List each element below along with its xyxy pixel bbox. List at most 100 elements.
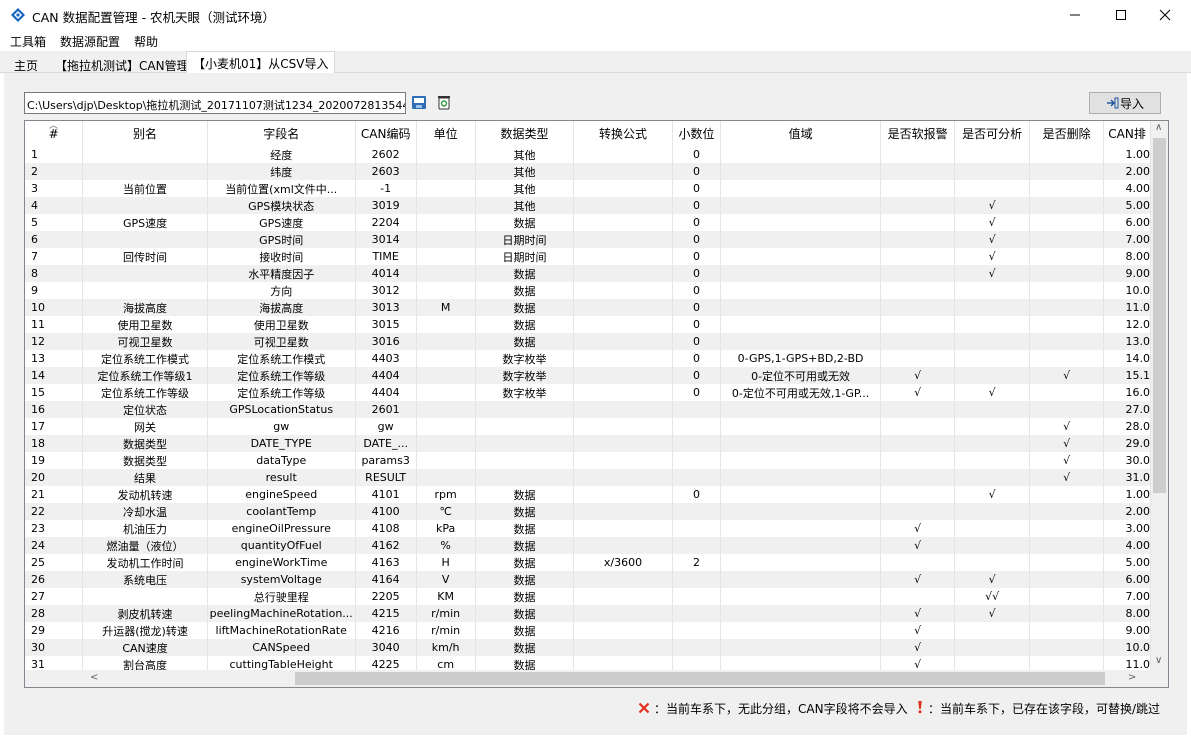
table-cell[interactable]: 机油压力 <box>82 520 208 537</box>
table-cell[interactable] <box>82 197 208 214</box>
table-cell[interactable]: 1.00 <box>1103 146 1151 163</box>
column-header[interactable]: 别名 <box>82 121 208 146</box>
table-cell[interactable]: 燃油量（液位） <box>82 537 208 554</box>
table-cell[interactable]: 23 <box>25 520 84 537</box>
table-cell[interactable]: 网关 <box>82 418 208 435</box>
table-cell[interactable]: 4.00 <box>1103 537 1151 554</box>
table-cell[interactable]: 11.0 <box>1103 656 1151 671</box>
table-cell[interactable]: 17 <box>25 418 84 435</box>
table-cell[interactable] <box>475 435 575 452</box>
table-cell[interactable] <box>416 316 476 333</box>
table-cell[interactable] <box>416 435 476 452</box>
table-cell[interactable]: 10.0 <box>1103 639 1151 656</box>
table-cell[interactable] <box>720 520 881 537</box>
table-cell[interactable]: 系统电压 <box>82 571 208 588</box>
table-cell[interactable]: 5.00 <box>1103 197 1151 214</box>
table-cell[interactable]: √ <box>1029 469 1105 486</box>
table-cell[interactable]: coolantTemp <box>207 503 356 520</box>
table-cell[interactable] <box>573 214 673 231</box>
table-cell[interactable]: 其他 <box>475 146 575 163</box>
table-cell[interactable] <box>880 299 956 316</box>
table-cell[interactable]: 10 <box>25 299 84 316</box>
table-cell[interactable]: √ <box>880 571 956 588</box>
vertical-scroll-thumb[interactable] <box>1153 138 1166 493</box>
table-cell[interactable]: √ <box>954 265 1030 282</box>
table-cell[interactable]: 0 <box>672 367 722 384</box>
table-cell[interactable]: 8.00 <box>1103 248 1151 265</box>
table-cell[interactable] <box>954 333 1030 350</box>
table-cell[interactable] <box>954 350 1030 367</box>
table-cell[interactable] <box>573 571 673 588</box>
table-cell[interactable]: engineWorkTime <box>207 554 356 571</box>
table-cell[interactable]: √ <box>880 639 956 656</box>
column-header[interactable]: 数据类型 <box>475 121 575 146</box>
table-cell[interactable]: 剥皮机转速 <box>82 605 208 622</box>
table-cell[interactable] <box>82 163 208 180</box>
table-cell[interactable] <box>416 367 476 384</box>
table-cell[interactable] <box>475 401 575 418</box>
table-cell[interactable] <box>720 333 881 350</box>
table-cell[interactable]: 31 <box>25 656 84 671</box>
table-cell[interactable] <box>416 214 476 231</box>
table-cell[interactable] <box>1029 401 1105 418</box>
table-cell[interactable]: 31.0 <box>1103 469 1151 486</box>
maximize-button[interactable] <box>1098 0 1144 30</box>
table-cell[interactable]: 5 <box>25 214 84 231</box>
table-cell[interactable]: 定位系统工作模式 <box>207 350 356 367</box>
tab-tractor-can[interactable]: 【拖拉机测试】CAN管理 <box>48 53 196 73</box>
table-cell[interactable] <box>416 384 476 401</box>
table-cell[interactable]: DATE_TYPE <box>207 435 356 452</box>
table-cell[interactable]: 0 <box>672 180 722 197</box>
can-field-grid[interactable]: ︿ # 别名 字段名 CAN编码 单位 数据类型 转换公式 小数位 值域 是否软报警 是否可分析 是否删… <box>24 120 1169 688</box>
table-cell[interactable]: 13.0 <box>1103 333 1151 350</box>
table-cell[interactable] <box>82 231 208 248</box>
table-cell[interactable] <box>954 503 1030 520</box>
table-cell[interactable]: KM <box>416 588 476 605</box>
table-cell[interactable] <box>880 231 956 248</box>
table-cell[interactable] <box>880 418 956 435</box>
table-cell[interactable]: 数据 <box>475 571 575 588</box>
table-cell[interactable] <box>880 282 956 299</box>
table-cell[interactable]: 24 <box>25 537 84 554</box>
table-cell[interactable] <box>720 435 881 452</box>
table-cell[interactable]: 3014 <box>355 231 417 248</box>
table-cell[interactable]: rpm <box>416 486 476 503</box>
table-cell[interactable]: √ <box>954 197 1030 214</box>
table-cell[interactable]: 数据 <box>475 265 575 282</box>
table-cell[interactable] <box>573 146 673 163</box>
table-cell[interactable]: 0 <box>672 299 722 316</box>
table-cell[interactable]: 4162 <box>355 537 417 554</box>
table-cell[interactable]: 6.00 <box>1103 571 1151 588</box>
table-cell[interactable] <box>1029 197 1105 214</box>
table-row[interactable]: 8 水平精度因子 4014 数据 0 √ 9.00 <box>25 265 1151 282</box>
table-cell[interactable] <box>1029 503 1105 520</box>
table-cell[interactable]: 2205 <box>355 588 417 605</box>
table-cell[interactable]: CANSpeed <box>207 639 356 656</box>
table-cell[interactable] <box>573 265 673 282</box>
table-cell[interactable] <box>416 163 476 180</box>
table-cell[interactable] <box>672 571 722 588</box>
table-cell[interactable]: 4215 <box>355 605 417 622</box>
table-cell[interactable] <box>954 401 1030 418</box>
table-cell[interactable]: 2 <box>25 163 84 180</box>
table-cell[interactable]: 9.00 <box>1103 265 1151 282</box>
table-cell[interactable]: 数据 <box>475 299 575 316</box>
table-cell[interactable]: 纬度 <box>207 163 356 180</box>
table-cell[interactable]: √ <box>1029 435 1105 452</box>
table-cell[interactable]: kPa <box>416 520 476 537</box>
table-cell[interactable] <box>720 214 881 231</box>
table-cell[interactable] <box>880 401 956 418</box>
table-cell[interactable]: √ <box>954 384 1030 401</box>
table-cell[interactable]: 0-定位不可用或无效,1-GP... <box>720 384 881 401</box>
table-cell[interactable]: 2603 <box>355 163 417 180</box>
table-cell[interactable]: 0 <box>672 214 722 231</box>
table-cell[interactable]: 10.0 <box>1103 282 1151 299</box>
table-cell[interactable]: RESULT <box>355 469 417 486</box>
table-cell[interactable]: 0 <box>672 350 722 367</box>
table-cell[interactable]: 4101 <box>355 486 417 503</box>
table-row[interactable]: 19 数据类型 dataType params3 √ 30.0 <box>25 452 1151 469</box>
table-row[interactable]: 7 回传时间 接收时间 TIME 日期时间 0 √ 8.00 <box>25 248 1151 265</box>
table-cell[interactable] <box>416 146 476 163</box>
table-row[interactable]: 24 燃油量（液位） quantityOfFuel 4162% 数据 √ 4.00 <box>25 537 1151 554</box>
table-cell[interactable] <box>573 503 673 520</box>
